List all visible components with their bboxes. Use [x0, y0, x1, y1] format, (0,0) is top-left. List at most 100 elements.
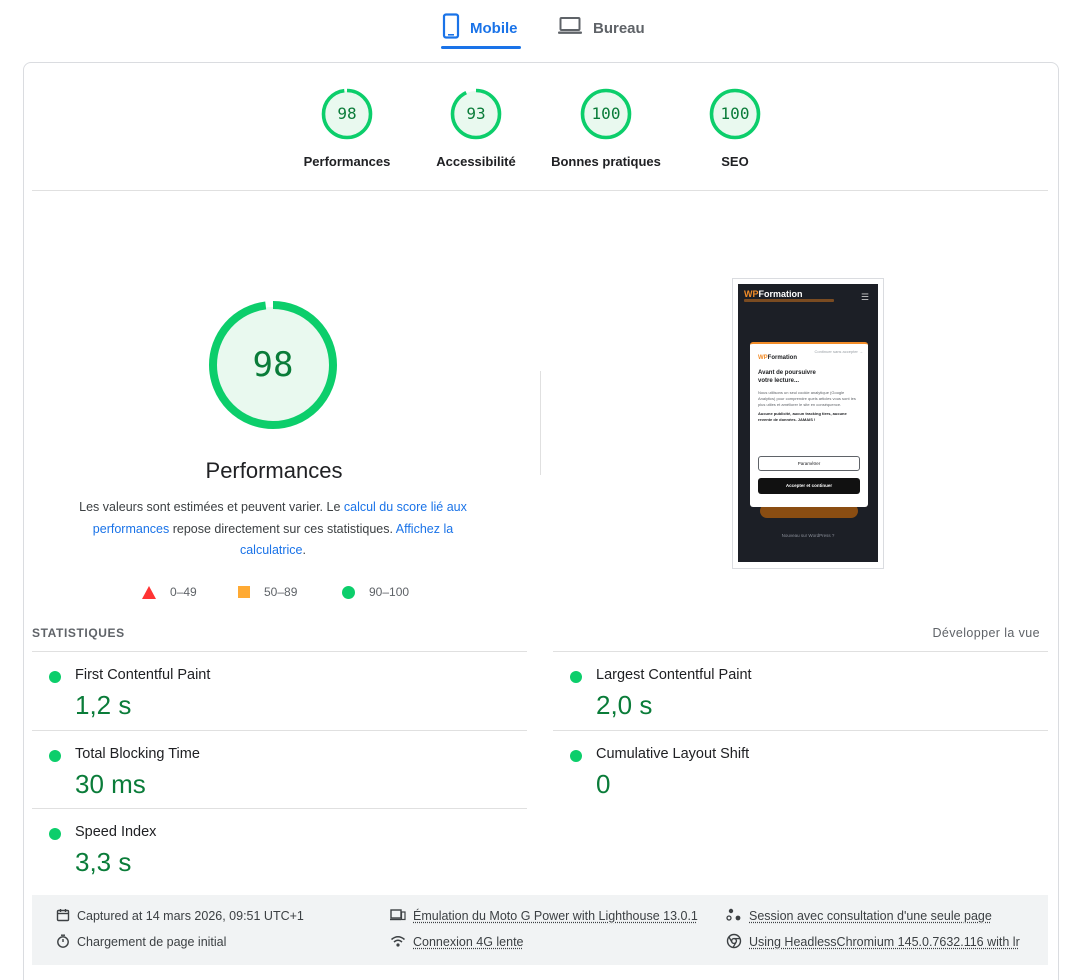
- menu-icon: ☰: [861, 292, 869, 303]
- gauge-value: 100: [580, 88, 632, 140]
- pass-circle-icon: [49, 750, 61, 762]
- legend-pass: 90–100: [342, 583, 409, 601]
- pass-circle-icon: [570, 750, 582, 762]
- report-card: 98 Performances 93 Accessibilité 100 Bon…: [23, 62, 1059, 980]
- modal-logo-text: Formation: [768, 355, 797, 361]
- logo-wp: WP: [744, 289, 759, 299]
- info-text: Connexion 4G lente: [413, 935, 524, 949]
- modal-title: Avant de poursuivre votre lecture...: [758, 369, 860, 385]
- score-gauge-seo[interactable]: 100 SEO: [665, 88, 805, 169]
- modal-logo: WPFormation: [758, 355, 860, 361]
- gauge-value: 98: [321, 88, 373, 140]
- performance-description: Les valeurs sont estimées et peuvent var…: [72, 497, 474, 562]
- gauge-label: Bonnes pratiques: [536, 154, 676, 169]
- info-load: Chargement de page initial: [56, 933, 226, 951]
- gauge-label: SEO: [665, 154, 805, 169]
- legend-pass-label: 90–100: [369, 585, 409, 599]
- site-logo: WPFormation: [744, 289, 803, 299]
- metric-value: 0: [596, 769, 610, 800]
- description-text: Les valeurs sont estimées et peuvent var…: [79, 500, 344, 514]
- timer-icon: [56, 934, 70, 951]
- performance-title: Performances: [124, 458, 424, 484]
- description-text: .: [303, 543, 306, 557]
- gauge-ring: 98: [321, 88, 373, 140]
- expand-view-toggle[interactable]: Développer la vue: [932, 626, 1040, 640]
- pass-circle-icon: [49, 828, 61, 840]
- tab-mobile-label: Mobile: [470, 20, 518, 37]
- legend-fail-label: 0–49: [170, 585, 197, 599]
- metric-label: First Contentful Paint: [75, 667, 210, 683]
- pass-circle-icon: [570, 671, 582, 683]
- metric-value: 3,3 s: [75, 847, 131, 878]
- gauge-value: 93: [450, 88, 502, 140]
- modal-title-line: votre lecture...: [758, 378, 799, 384]
- tab-desktop-label: Bureau: [593, 20, 645, 37]
- gauge-ring: 100: [709, 88, 761, 140]
- gauge-label: Performances: [277, 154, 417, 169]
- legend-average: 50–89: [238, 583, 297, 601]
- tab-mobile[interactable]: Mobile: [442, 10, 518, 46]
- vertical-divider: [540, 371, 541, 475]
- modal-skip-link: Continuer sans accepter →: [815, 349, 863, 354]
- info-browser[interactable]: Using HeadlessChromium 145.0.7632.116 wi…: [726, 933, 1020, 951]
- news-link: Nouveau sur WordPress ?: [738, 533, 878, 538]
- metric-value: 2,0 s: [596, 690, 652, 721]
- metric-fcp: First Contentful Paint 1,2 s: [32, 652, 527, 730]
- gauge-ring: 93: [450, 88, 502, 140]
- modal-title-line: Avant de poursuivre: [758, 370, 816, 376]
- device-tabs: Mobile Bureau: [0, 0, 1080, 50]
- metric-speed-index: Speed Index 3,3 s: [32, 809, 527, 887]
- metric-label: Speed Index: [75, 824, 156, 840]
- info-network[interactable]: Connexion 4G lente: [390, 933, 524, 951]
- logo-text: Formation: [759, 289, 803, 299]
- metric-label: Total Blocking Time: [75, 746, 200, 762]
- pass-circle-icon: [49, 671, 61, 683]
- metric-lcp: Largest Contentful Paint 2,0 s: [553, 652, 1048, 730]
- final-screenshot[interactable]: WPFormation ☰ Nouveau sur WordPress ? Co…: [732, 278, 884, 569]
- metric-value: 1,2 s: [75, 690, 131, 721]
- description-text: repose directement sur ces statistiques.: [169, 522, 396, 536]
- info-emulation[interactable]: Émulation du Moto G Power with Lighthous…: [390, 907, 698, 925]
- section-divider: [32, 190, 1048, 191]
- modal-settings-button: Paramétrer: [758, 456, 860, 471]
- gauge-ring: 100: [580, 88, 632, 140]
- calendar-icon: [56, 908, 70, 925]
- chrome-icon: [726, 933, 742, 952]
- run-info: Captured at 14 mars 2026, 09:51 UTC+1 Ch…: [32, 895, 1048, 965]
- metrics-title: STATISTIQUES: [32, 626, 125, 640]
- devices-icon: [390, 908, 406, 925]
- info-captured: Captured at 14 mars 2026, 09:51 UTC+1: [56, 907, 304, 925]
- triangle-icon: [142, 586, 156, 599]
- info-text: Using HeadlessChromium 145.0.7632.116 wi…: [749, 935, 1020, 949]
- metric-cls: Cumulative Layout Shift 0: [553, 731, 1048, 809]
- score-gauge-accessibility[interactable]: 93 Accessibilité: [406, 88, 546, 169]
- metric-label: Largest Contentful Paint: [596, 667, 752, 683]
- modal-bold-text: Aucune publicité, aucun tracking tiers, …: [758, 411, 860, 423]
- site-tagline: [744, 299, 834, 302]
- info-text: Chargement de page initial: [77, 935, 226, 949]
- cookie-modal: Continuer sans accepter → WPFormation Av…: [750, 342, 868, 507]
- legend-fail: 0–49: [142, 583, 197, 601]
- square-icon: [238, 586, 250, 598]
- legend-average-label: 50–89: [264, 585, 297, 599]
- info-text: Captured at 14 mars 2026, 09:51 UTC+1: [77, 909, 304, 923]
- modal-logo-wp: WP: [758, 355, 768, 361]
- info-text: Session avec consultation d'une seule pa…: [749, 909, 992, 923]
- info-session[interactable]: Session avec consultation d'une seule pa…: [726, 907, 992, 925]
- modal-accept-button: Accepter et continuer: [758, 478, 860, 494]
- active-tab-indicator: [441, 46, 521, 49]
- gauge-label: Accessibilité: [406, 154, 546, 169]
- score-gauge-performance[interactable]: 98 Performances: [277, 88, 417, 169]
- laptop-icon: [557, 16, 583, 40]
- score-gauge-best-practices[interactable]: 100 Bonnes pratiques: [536, 88, 676, 169]
- nodes-icon: [726, 908, 742, 925]
- wifi-icon: [390, 934, 406, 951]
- performance-score: 98: [207, 299, 339, 431]
- metric-tbt: Total Blocking Time 30 ms: [32, 731, 527, 809]
- screenshot-viewport: WPFormation ☰ Nouveau sur WordPress ? Co…: [738, 284, 878, 562]
- metric-label: Cumulative Layout Shift: [596, 746, 749, 762]
- info-text: Émulation du Moto G Power with Lighthous…: [413, 909, 698, 923]
- tab-desktop[interactable]: Bureau: [557, 10, 645, 46]
- gauge-value: 100: [709, 88, 761, 140]
- metrics-header: STATISTIQUES Développer la vue: [32, 623, 1040, 643]
